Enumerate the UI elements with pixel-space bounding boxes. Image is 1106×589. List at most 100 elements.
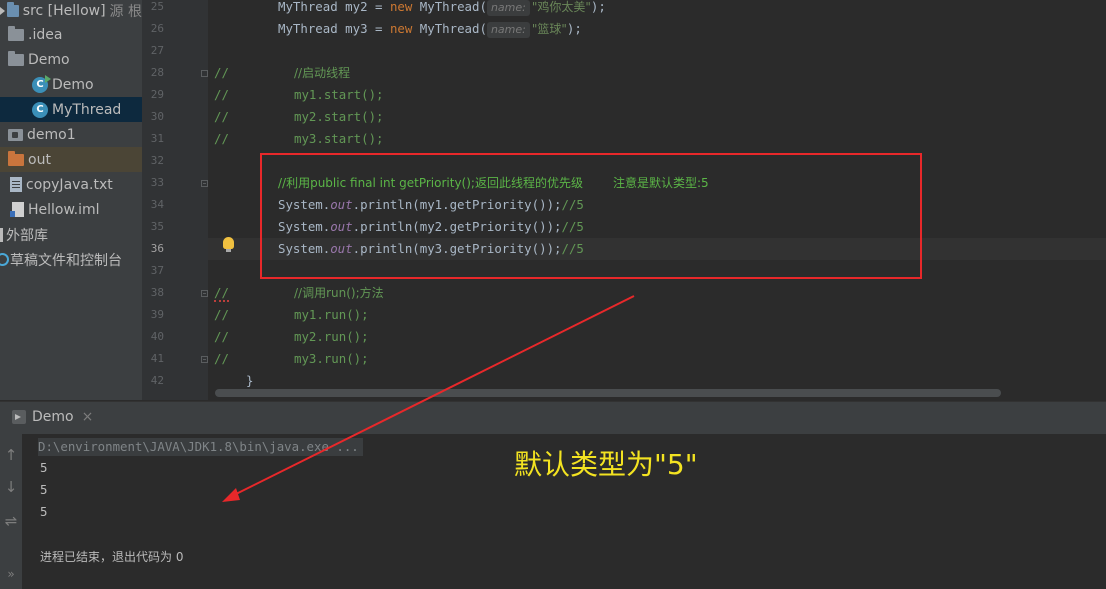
folder-icon: [7, 1, 19, 17]
line-number: 40: [150, 330, 164, 343]
text-file-icon: [10, 177, 22, 192]
code-line-29-prefix: //: [214, 87, 229, 102]
line-number: 41: [150, 352, 164, 365]
tree-item-label: copyJava.txt: [26, 176, 113, 193]
code-line-39[interactable]: my1.run();: [294, 304, 369, 326]
scroll-up-icon[interactable]: ↑: [0, 446, 22, 464]
iml-file-icon: [10, 202, 24, 217]
tree-item-label: 外部库: [6, 227, 48, 244]
tree-item-suffix: 源 根: [109, 3, 142, 20]
run-panel-header: [0, 401, 1106, 434]
line-number: 35: [150, 220, 164, 233]
tree-item-external-libs[interactable]: 外部库: [0, 222, 142, 247]
code-line-28-prefix: //: [214, 65, 229, 80]
param-hint: name:: [486, 0, 530, 16]
line-number: 25: [150, 0, 164, 13]
line-number: 31: [150, 132, 164, 145]
horizontal-scrollbar[interactable]: [215, 389, 1001, 397]
console-icon: [0, 253, 9, 266]
code-line-39-prefix: //: [214, 307, 229, 322]
tree-item-label: 草稿文件和控制台: [10, 252, 122, 269]
close-icon[interactable]: ×: [82, 409, 94, 425]
folder-icon: [8, 25, 24, 41]
console-exit-message: 进程已结束，退出代码为 0: [40, 550, 184, 564]
console-output-line: 5: [40, 460, 48, 475]
tree-item-label: MyThread: [52, 101, 122, 118]
tree-item-idea[interactable]: .idea: [0, 22, 142, 47]
code-line-40[interactable]: my2.run();: [294, 326, 369, 348]
folder-icon: [8, 150, 24, 166]
code-line-41[interactable]: my3.run();: [294, 348, 369, 370]
code-line-31-prefix: //: [214, 131, 229, 146]
tree-item-hellow-iml[interactable]: Hellow.iml: [0, 197, 142, 222]
tree-item-out[interactable]: out: [0, 147, 142, 172]
fold-marker-icon[interactable]: [201, 180, 208, 187]
module-icon: [8, 128, 23, 141]
run-config-icon: [12, 410, 26, 424]
code-line-41-prefix: //: [214, 351, 229, 366]
line-number: 34: [150, 198, 164, 211]
code-line-38[interactable]: //调用run();方法: [294, 282, 384, 304]
line-number: 26: [150, 22, 164, 35]
tree-item-demo-class[interactable]: C Demo: [0, 72, 142, 97]
console-command-line: D:\environment\JAVA\JDK1.8\bin\java.exe …: [38, 438, 363, 456]
library-icon: [0, 227, 3, 242]
line-number: 42: [150, 374, 164, 387]
tree-item-label: Hellow.iml: [28, 201, 100, 218]
code-line-35[interactable]: System.out.println(my2.getPriority());//…: [278, 216, 584, 238]
code-line-29[interactable]: my1.start();: [294, 84, 384, 106]
run-tab-demo[interactable]: Demo ×: [12, 404, 93, 430]
console-output-line: 5: [40, 482, 48, 497]
tree-item-demo-package[interactable]: Demo: [0, 47, 142, 72]
console-output-line: 5: [40, 504, 48, 519]
class-icon: C: [32, 101, 48, 118]
line-number: 38: [150, 286, 164, 299]
code-line-36[interactable]: System.out.println(my3.getPriority());//…: [278, 238, 584, 260]
tree-item-label: src [Hellow]: [22, 2, 106, 19]
code-editor[interactable]: MyThread my2 = new MyThread(name: "鸡你太美")…: [208, 0, 1106, 400]
tree-item-label: out: [28, 151, 51, 168]
tree-item-src-root[interactable]: src [Hellow] 源 根: [0, 0, 142, 23]
annotation-label: 默认类型为"5": [514, 448, 698, 481]
tree-item-scratches[interactable]: 草稿文件和控制台: [0, 247, 142, 272]
project-sidebar: src [Hellow] 源 根 .idea Demo C Demo C MyT…: [0, 0, 142, 400]
lightbulb-icon[interactable]: [223, 237, 234, 252]
line-number: 33: [150, 176, 164, 189]
fold-marker-icon[interactable]: [201, 70, 208, 77]
chevron-down-icon[interactable]: [0, 6, 5, 15]
tree-item-copyjava[interactable]: copyJava.txt: [0, 172, 142, 197]
more-icon[interactable]: »: [0, 567, 22, 581]
run-tab-label: Demo: [32, 409, 74, 425]
line-number: 30: [150, 110, 164, 123]
line-number: 27: [150, 44, 164, 57]
fold-marker-icon[interactable]: [201, 290, 208, 297]
line-number: 32: [150, 154, 164, 167]
soft-wrap-icon[interactable]: ⇌: [0, 512, 22, 530]
code-line-33[interactable]: //利用public final int getPriority();返回此线程…: [278, 172, 709, 194]
line-number: 29: [150, 88, 164, 101]
param-hint: name:: [486, 22, 530, 38]
line-number: 37: [150, 264, 164, 277]
code-line-40-prefix: //: [214, 329, 229, 344]
class-icon: C: [32, 74, 51, 93]
tree-item-demo1[interactable]: demo1: [0, 122, 142, 147]
tree-item-label: demo1: [27, 126, 76, 143]
code-line-38-prefix: //: [214, 285, 229, 302]
tree-item-label: Demo: [28, 51, 70, 68]
editor-gutter: 25 26 27 28 29 30 31 32 33 34 35 36 37 3…: [142, 0, 208, 400]
code-line-30-prefix: //: [214, 109, 229, 124]
fold-marker-icon[interactable]: [201, 356, 208, 363]
line-number: 39: [150, 308, 164, 321]
code-line-34[interactable]: System.out.println(my1.getPriority());//…: [278, 194, 584, 216]
scroll-down-icon[interactable]: ↓: [0, 478, 22, 496]
line-number: 36: [150, 242, 164, 255]
code-line-26[interactable]: MyThread my3 = new MyThread(name: "篮球");: [278, 18, 582, 40]
tree-item-mythread-class[interactable]: C MyThread: [0, 97, 142, 122]
line-number: 28: [150, 66, 164, 79]
tree-item-label: Demo: [52, 76, 94, 93]
code-line-30[interactable]: my2.start();: [294, 106, 384, 128]
code-line-28[interactable]: //启动线程: [294, 62, 350, 84]
code-line-31[interactable]: my3.start();: [294, 128, 384, 150]
package-icon: [8, 50, 24, 66]
code-line-25[interactable]: MyThread my2 = new MyThread(name: "鸡你太美")…: [278, 0, 606, 18]
